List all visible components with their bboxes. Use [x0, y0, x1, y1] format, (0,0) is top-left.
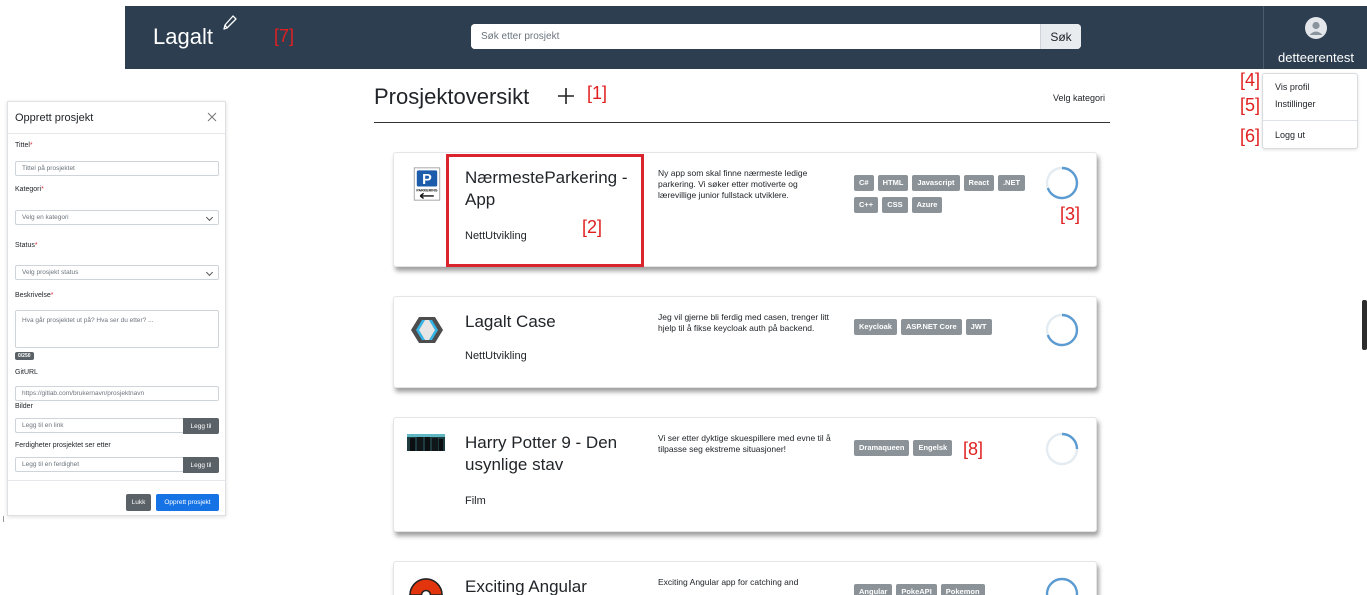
- menu-item-logg-ut[interactable]: Logg ut: [1275, 130, 1305, 140]
- skill-tag: HTML: [877, 175, 909, 191]
- username: detteerentest: [1278, 50, 1354, 65]
- project-category: Film: [465, 495, 486, 507]
- skill-tag: Dramaqueen: [854, 440, 910, 456]
- description-label: Beskrivelse*: [15, 292, 54, 299]
- skill-tag: CSS: [882, 197, 908, 213]
- skill-tag: C++: [854, 197, 879, 213]
- skill-tag: Angular: [854, 584, 893, 595]
- annotation-6: [6]: [1240, 126, 1261, 146]
- status-ring-icon: [1045, 432, 1079, 466]
- menu-divider: [1263, 120, 1357, 121]
- giturl-label: GitURL: [15, 369, 38, 376]
- modal-title: Opprett prosjekt: [15, 112, 94, 124]
- keycloak-logo-icon: [411, 317, 443, 343]
- skills-input[interactable]: Legg til en ferdighet: [15, 457, 184, 472]
- pencil-icon[interactable]: [222, 14, 238, 32]
- annotation-2: [2]: [582, 217, 603, 237]
- plus-icon[interactable]: [556, 86, 576, 106]
- category-select[interactable]: Velg en kategori: [15, 210, 219, 225]
- create-project-modal: Opprett prosjekt Tittel* Tittel på prosj…: [7, 101, 226, 516]
- status-ring-icon: [1045, 577, 1079, 595]
- skill-tags: Keycloak ASP.NET Core JWT: [854, 319, 1034, 341]
- skill-tag: React: [963, 175, 994, 191]
- add-skill-button[interactable]: Legg til: [183, 457, 219, 473]
- char-counter-badge: 0/250: [15, 352, 34, 360]
- giturl-input[interactable]: https://gitlab.com/brukernavn/prosjektna…: [15, 386, 219, 401]
- skill-tag: PokeAPI: [896, 584, 937, 595]
- user-avatar-icon: [1305, 17, 1327, 39]
- svg-text:P: P: [422, 172, 432, 188]
- skill-tag: Engelsk: [913, 440, 953, 456]
- project-description: Jeg vil gjerne bli ferdig med casen, tre…: [658, 312, 830, 333]
- project-description: Vi ser etter dyktige skuespillere med ev…: [658, 433, 831, 454]
- modal-edge-line: [3, 516, 4, 522]
- highlight-box: [446, 154, 644, 267]
- search-button[interactable]: Søk: [1040, 24, 1081, 49]
- modal-footer-divider: [8, 480, 225, 481]
- annotation-7: [7]: [274, 26, 295, 46]
- skill-tag: JWT: [965, 319, 992, 335]
- close-icon[interactable]: [207, 112, 217, 122]
- pokeball-icon: [409, 578, 443, 595]
- skill-tag: Pokemon: [940, 584, 985, 595]
- user-dropdown-menu: Vis profil Instillinger Logg ut: [1262, 73, 1358, 149]
- skills-label: Ferdigheter prosjektet ser etter: [15, 442, 111, 449]
- project-category: NettUtvikling: [465, 350, 527, 362]
- skill-tags: C# HTML Javascript React .NET C++ CSS Az…: [854, 175, 1034, 219]
- status-ring-icon: [1045, 313, 1079, 347]
- app-logo[interactable]: Lagalt: [153, 24, 213, 50]
- project-card[interactable]: Harry Potter 9 - Den usynlige stav Film …: [393, 417, 1097, 532]
- skill-tag: C#: [854, 175, 874, 191]
- images-label: Bilder: [15, 403, 33, 410]
- annotation-1: [1]: [587, 83, 608, 103]
- project-name[interactable]: Harry Potter 9 - Den usynlige stav: [465, 432, 640, 476]
- annotation-4: [4]: [1240, 70, 1261, 90]
- title-label: Tittel*: [15, 142, 33, 149]
- modal-header: Opprett prosjekt: [8, 102, 225, 134]
- svg-text:PARKERING: PARKERING: [416, 189, 437, 193]
- skill-tag: Keycloak: [854, 319, 897, 335]
- skill-tag: ASP.NET Core: [900, 319, 962, 335]
- annotation-5: [5]: [1240, 95, 1261, 115]
- top-navbar: Lagalt [7] Søk detteerentest: [125, 6, 1367, 69]
- project-name[interactable]: Exciting Angular: [465, 576, 640, 595]
- user-menu-toggle[interactable]: detteerentest: [1263, 6, 1367, 69]
- project-card[interactable]: Exciting Angular Exciting Angular app fo…: [393, 561, 1097, 595]
- header-divider: [374, 122, 1110, 123]
- scrollbar[interactable]: [1362, 300, 1367, 350]
- page-title: Prosjektoversikt: [374, 84, 530, 109]
- images-input[interactable]: Legg til en link: [15, 418, 184, 433]
- parking-icon: P PARKERING: [413, 167, 441, 201]
- project-description: Ny app som skal finne nærmeste ledige pa…: [658, 168, 808, 200]
- project-description: Exciting Angular app for catching and: [658, 577, 799, 587]
- category-filter[interactable]: Velg kategori: [1053, 93, 1105, 103]
- title-input[interactable]: Tittel på prosjektet: [15, 161, 219, 176]
- status-select[interactable]: Velg prosjekt status: [15, 265, 219, 280]
- close-button[interactable]: Lukk: [126, 494, 151, 511]
- menu-item-vis-profil[interactable]: Vis profil: [1275, 82, 1309, 92]
- status-label: Status*: [15, 242, 38, 249]
- status-ring-icon: [1045, 166, 1079, 200]
- annotation-8: [8]: [963, 439, 984, 459]
- search-bar: Søk: [471, 24, 1081, 49]
- create-project-button[interactable]: Opprett prosjekt: [156, 494, 219, 511]
- skill-tags: Dramaqueen Engelsk: [854, 440, 1034, 462]
- skill-tag: Javascript: [912, 175, 960, 191]
- add-image-button[interactable]: Legg til: [183, 418, 219, 434]
- skill-tags: Angular PokeAPI Pokemon: [854, 584, 1034, 595]
- skill-tag: Azure: [911, 197, 943, 213]
- skill-tag: .NET: [997, 175, 1026, 191]
- movie-poster-icon: [407, 434, 445, 451]
- search-input[interactable]: [471, 24, 1040, 49]
- description-textarea[interactable]: Hva går prosjektet ut på? Hva ser du ett…: [15, 310, 219, 348]
- annotation-3: [3]: [1060, 204, 1081, 224]
- project-card[interactable]: Lagalt Case NettUtvikling Jeg vil gjerne…: [393, 296, 1097, 388]
- category-label: Kategori*: [15, 186, 44, 193]
- menu-item-instillinger[interactable]: Instillinger: [1275, 99, 1316, 109]
- project-name[interactable]: Lagalt Case: [465, 311, 640, 333]
